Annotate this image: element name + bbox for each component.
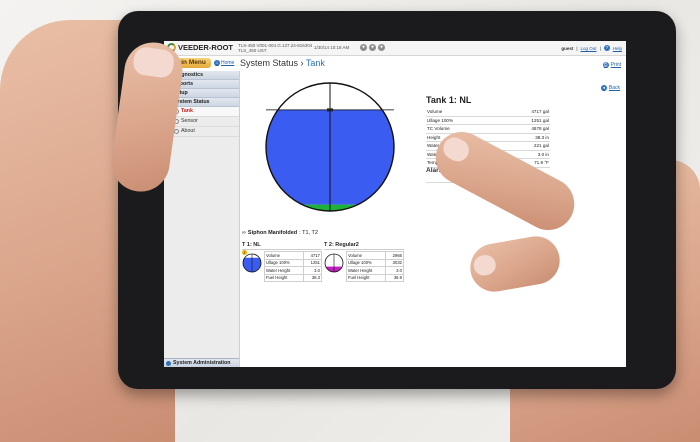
tank-detail-label: Ullage 100% — [426, 116, 502, 125]
tank-detail-value: 4717 gal — [501, 108, 550, 117]
mini-tank-label: Fuel Height — [263, 273, 305, 282]
mini-tank-label: Water Height — [263, 266, 305, 275]
mini-tank-row: Fuel Height 36.9 — [345, 273, 404, 282]
thumbnail — [472, 253, 498, 278]
probe-float-marker — [327, 108, 333, 112]
mini-tank-label: Fuel Height — [345, 273, 387, 282]
tank-title: Tank 1: NL — [426, 95, 472, 105]
tank-detail-row: Volume 4717 gal — [426, 108, 550, 117]
mini-tank-value: 2966 — [385, 251, 404, 260]
warning-status-icon[interactable]: ● — [369, 44, 376, 51]
breadcrumb-current: Tank — [305, 58, 325, 68]
mini-tank-2[interactable]: T 2: Regular2 Volume 2966 Ullage 100% 3032 Wa… — [324, 242, 404, 282]
info-icon — [174, 129, 179, 134]
help-link[interactable]: Help — [613, 46, 622, 51]
back-link[interactable]: ◂ Back — [600, 85, 620, 91]
warning-icon[interactable]: ! — [242, 250, 247, 255]
tank-detail-row: TC Volume 4678 gal — [426, 124, 550, 134]
tank-detail-value: 4678 gal — [501, 124, 550, 134]
tank-detail-row: Ullage 100% 1251 gal — [426, 116, 550, 125]
tank-detail-value: 38.3 in — [501, 133, 550, 142]
mini-tank-row: Volume 4717 — [263, 251, 322, 260]
help-icon[interactable]: ? — [603, 45, 610, 51]
mini-tank-row: Water Height 3.0 — [345, 266, 404, 275]
sidebar-item-label: Sensor — [181, 118, 198, 124]
mini-tank-value: 3032 — [385, 258, 404, 267]
link-icon: ∞ — [242, 230, 246, 236]
mini-tank-value: 38.3 — [303, 273, 322, 282]
breadcrumb-separator: › — [300, 58, 304, 68]
breadcrumb-root[interactable]: System Status — [240, 58, 298, 68]
siphon-tanks: : T1, T2 — [299, 230, 318, 236]
mini-tank-value: 4717 — [303, 251, 322, 260]
tank-detail-value: 1251 gal — [501, 116, 550, 125]
mini-tank-label: Water Height — [345, 266, 387, 275]
expand-icon — [166, 360, 171, 366]
home-link[interactable]: ⌂ Home — [214, 60, 234, 66]
mini-tank-row: Fuel Height 38.3 — [263, 273, 322, 282]
separator: | — [599, 45, 601, 51]
status-icons: ● ● ● — [360, 44, 385, 51]
header-row: Main Menu ⌂ Home System Status › Tank ⎙ … — [164, 56, 626, 70]
mini-tank-value: 36.9 — [385, 273, 404, 282]
fingernail — [439, 133, 473, 166]
tank-detail-value: 221 gal — [501, 141, 550, 151]
tablet-device: VEEDER-ROOT TLS-450 V001-004.G.137.24-81… — [118, 11, 676, 389]
mini-tank-body: Volume 2966 Ullage 100% 3032 Water Height 3.0… — [324, 251, 404, 282]
logo-text: VEEDER-ROOT — [178, 43, 234, 52]
print-link[interactable]: ⎙ Print — [602, 62, 621, 68]
mini-tank-row: Ullage 100% 1251 — [263, 258, 322, 267]
logout-link[interactable]: Log Out — [581, 46, 597, 51]
home-icon: ⌂ — [214, 60, 220, 66]
date-time: 1/30/14 10:18 AM — [314, 45, 350, 50]
sidebar-item-label: Tank — [181, 108, 193, 114]
tank-level-graphic — [265, 82, 395, 212]
sidebar-footer-label: System Administration — [173, 359, 231, 366]
siphon-title: Siphon Manifolded — [247, 230, 298, 236]
page-title: System Status › Tank — [240, 58, 325, 68]
back-label: Back — [608, 85, 620, 91]
mini-tank-table: Volume 4717 Ullage 100% 1251 Water Height 3.0… — [263, 251, 322, 282]
mini-tank-value: 3.0 — [385, 266, 404, 275]
mini-tank-graphic — [324, 253, 344, 273]
mini-tank-body: Volume 4717 Ullage 100% 1251 Water Height 3.0… — [242, 251, 322, 282]
veeder-root-logo: VEEDER-ROOT — [167, 43, 233, 52]
mini-tank-label: Ullage 100% — [263, 258, 305, 267]
mini-tank-row: Volume 2966 — [345, 251, 404, 260]
sidebar-system-administration[interactable]: System Administration — [164, 358, 239, 367]
sidebar-item-about[interactable]: About — [164, 127, 239, 137]
sidebar-item-label: About — [181, 128, 195, 134]
user-links: guest | Log Out | ? Help — [561, 45, 622, 51]
mini-tank-value: 3.0 — [303, 266, 322, 275]
mini-tank-row: Water Height 3.0 — [263, 266, 322, 275]
mini-tank-1[interactable]: T 1: NL! Volume 4717 Ullage 100% 1251 Water H… — [242, 242, 322, 282]
alarm-status-icon[interactable]: ● — [360, 44, 367, 51]
mini-tank-title: T 2: Regular2 — [324, 242, 404, 250]
mini-tank-label: Volume — [345, 251, 387, 260]
home-label: Home — [221, 60, 235, 66]
print-label: Print — [610, 62, 621, 68]
mini-tank-value: 1251 — [303, 258, 322, 267]
current-user: guest — [561, 45, 574, 51]
mini-tank-title: T 1: NL — [242, 242, 322, 250]
system-name: TLS_450 UST — [238, 48, 267, 53]
info-status-icon[interactable]: ● — [378, 44, 385, 51]
separator: | — [576, 45, 578, 51]
tank-detail-label: Volume — [426, 108, 502, 117]
mini-tank-row: Ullage 100% 3032 — [345, 258, 404, 267]
thumbnail — [131, 45, 176, 80]
mini-tank-label: Ullage 100% — [345, 258, 387, 267]
mini-tank-label: Volume — [263, 251, 305, 260]
print-icon: ⎙ — [602, 62, 609, 68]
mini-tank-table: Volume 2966 Ullage 100% 3032 Water Height 3.0… — [345, 251, 404, 282]
top-bar: VEEDER-ROOT TLS-450 V001-004.G.137.24-81… — [164, 41, 626, 56]
system-info: TLS-450 V001-004.G.137.24-816304 TLS_450… — [238, 43, 312, 53]
siphon-manifold-label: ∞ Siphon Manifolded : T1, T2 — [242, 230, 318, 236]
back-arrow-icon: ◂ — [600, 85, 607, 91]
